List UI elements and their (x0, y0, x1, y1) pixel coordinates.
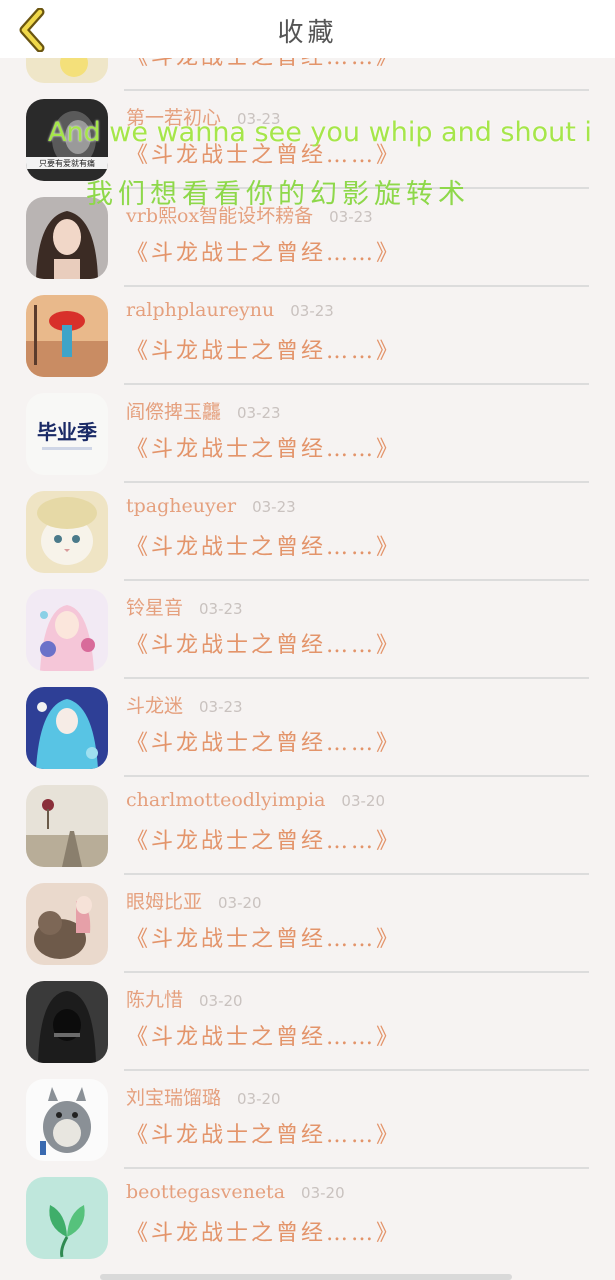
avatar-banner-text: 只要有爱就有痛 (39, 158, 95, 168)
user-name[interactable]: 铃星音 (126, 597, 183, 619)
user-name[interactable]: tpagheuyer (126, 495, 236, 517)
list-item[interactable]: 眼姆比亚 03-20 《斗龙战士之曾经……》 (0, 875, 615, 973)
name-line: 斗龙迷 03-23 (126, 691, 243, 719)
user-name[interactable]: ralphplaureynu (126, 299, 274, 321)
name-line: 阎傺捭玉龘 03-23 (126, 397, 281, 425)
avatar[interactable] (26, 883, 108, 965)
user-name[interactable]: 阎傺捭玉龘 (126, 401, 221, 423)
item-date: 03-23 (290, 302, 334, 320)
name-line: 刘宝瑞馏璐 03-20 (126, 1083, 281, 1111)
list-item[interactable]: 斗龙迷 03-23 《斗龙战士之曾经……》 (0, 679, 615, 777)
avatar-graduation-text: 毕业季 (37, 420, 97, 444)
item-date: 03-23 (199, 600, 243, 618)
list-item[interactable]: 刘宝瑞馏璐 03-20 《斗龙战士之曾经……》 (0, 1071, 615, 1169)
item-content: 《斗龙战士之曾经……》 (126, 731, 402, 756)
item-content: 《斗龙战士之曾经……》 (126, 829, 402, 854)
item-date: 03-20 (218, 894, 262, 912)
item-content: 《斗龙战士之曾经……》 (126, 437, 402, 462)
avatar[interactable] (26, 785, 108, 867)
avatar[interactable] (26, 981, 108, 1063)
avatar[interactable] (26, 1079, 108, 1161)
item-date: 03-20 (341, 792, 386, 810)
avatar[interactable] (26, 589, 108, 671)
user-name[interactable]: beottegasveneta (126, 1181, 285, 1203)
list-item[interactable]: 毕业季 阎傺捭玉龘 03-23 《斗龙战士之曾经……》 (0, 385, 615, 483)
list-item[interactable]: tpagheuyer 03-23 《斗龙战士之曾经……》 (0, 483, 615, 581)
item-date: 03-23 (237, 404, 281, 422)
name-line: tpagheuyer 03-23 (126, 495, 296, 523)
avatar[interactable]: 毕业季 (26, 393, 108, 475)
item-content: 《斗龙战士之曾经……》 (126, 633, 402, 658)
item-content: 《斗龙战士之曾经……》 (126, 339, 402, 364)
avatar[interactable] (26, 491, 108, 573)
list-item[interactable]: 陈九惜 03-20 《斗龙战士之曾经……》 (0, 973, 615, 1071)
name-line: beottegasveneta 03-20 (126, 1181, 345, 1209)
item-content: 《斗龙战士之曾经……》 (126, 1221, 402, 1246)
item-date: 03-23 (199, 698, 243, 716)
item-date: 03-20 (237, 1090, 281, 1108)
list-item[interactable]: ralphplaureynu 03-23 《斗龙战士之曾经……》 (0, 287, 615, 385)
item-content: 《斗龙战士之曾经……》 (126, 927, 402, 952)
item-date: 03-20 (199, 992, 243, 1010)
user-name[interactable]: 陈九惜 (126, 989, 183, 1011)
user-name[interactable]: 眼姆比亚 (126, 891, 202, 913)
list-item[interactable]: beottegasveneta 03-20 《斗龙战士之曾经……》 (0, 1169, 615, 1267)
list-item[interactable]: charlmotteodlyimpia 03-20 《斗龙战士之曾经……》 (0, 777, 615, 875)
item-content: 《斗龙战士之曾经……》 (126, 1123, 402, 1148)
item-content: 《斗龙战士之曾经……》 (126, 241, 402, 266)
avatar[interactable] (26, 295, 108, 377)
lyric-overlay-english: And we wanna see you whip and shout i (48, 117, 592, 148)
horizontal-scrollbar[interactable] (100, 1274, 512, 1280)
name-line: ralphplaureynu 03-23 (126, 299, 334, 327)
name-line: 铃星音 03-23 (126, 593, 243, 621)
avatar[interactable] (26, 687, 108, 769)
user-name[interactable]: 斗龙迷 (126, 695, 183, 717)
name-line: charlmotteodlyimpia 03-20 (126, 789, 385, 817)
avatar[interactable] (26, 1177, 108, 1259)
header-bar: 收藏 (0, 0, 615, 58)
item-date: 03-20 (301, 1184, 345, 1202)
name-line: 眼姆比亚 03-20 (126, 887, 262, 915)
item-date: 03-23 (252, 498, 296, 516)
item-content: 《斗龙战士之曾经……》 (126, 535, 402, 560)
list-item[interactable]: 铃星音 03-23 《斗龙战士之曾经……》 (0, 581, 615, 679)
page-title: 收藏 (277, 18, 338, 48)
user-name[interactable]: charlmotteodlyimpia (126, 789, 325, 811)
user-name[interactable]: 刘宝瑞馏璐 (126, 1087, 221, 1109)
name-line: 陈九惜 03-20 (126, 985, 243, 1013)
item-content: 《斗龙战士之曾经……》 (126, 1025, 402, 1050)
lyric-overlay-chinese: 我们想看看你的幻影旋转术 (86, 179, 470, 210)
